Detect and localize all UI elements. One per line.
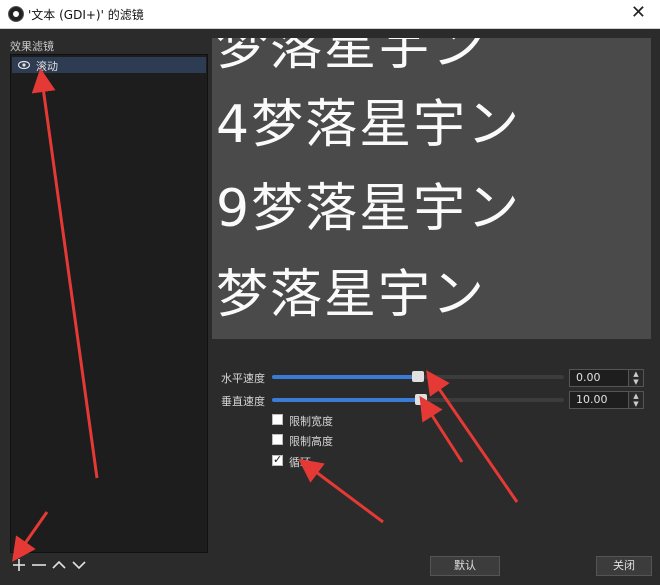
preview-text-line: 4梦落星宇ン: [216, 95, 522, 155]
defaults-button[interactable]: 默认: [430, 556, 500, 576]
close-button[interactable]: 关闭: [596, 556, 652, 576]
obs-logo-icon: [8, 6, 24, 22]
horizontal-speed-value: 0.00: [576, 371, 601, 384]
loop-checkbox[interactable]: ✓: [272, 453, 283, 466]
vertical-speed-value: 10.00: [576, 393, 608, 406]
limit-width-checkbox[interactable]: [272, 414, 283, 425]
filter-item-label: 滚动: [36, 60, 58, 73]
horizontal-speed-label: 水平速度: [221, 372, 265, 385]
annotation-arrow: [298, 458, 384, 524]
filter-preview: 梦落星宇ン 4梦落星宇ン 9梦落星宇ン 梦落星宇ン: [212, 38, 651, 339]
horizontal-speed-slider[interactable]: [272, 371, 564, 382]
vertical-speed-label: 垂直速度: [221, 395, 265, 408]
limit-height-label: 限制高度: [289, 435, 333, 448]
annotation-arrow: [419, 395, 464, 463]
eye-icon[interactable]: [18, 61, 30, 69]
vertical-speed-fill: [272, 398, 421, 402]
window-title: '文本 (GDI+)' 的滤镜: [28, 8, 144, 22]
chevron-up-icon[interactable]: [50, 556, 68, 574]
filter-list[interactable]: 滚动: [10, 54, 208, 553]
horizontal-speed-input[interactable]: 0.00 ▲ ▼: [569, 369, 644, 387]
vertical-speed-stepper[interactable]: ▲ ▼: [628, 391, 644, 409]
chevron-down-icon[interactable]: [70, 556, 88, 574]
minus-icon[interactable]: [30, 556, 48, 574]
checkmark-icon: ✓: [273, 453, 283, 466]
horizontal-speed-handle[interactable]: [412, 371, 424, 382]
preview-text-line: 梦落星宇ン: [216, 265, 487, 325]
loop-label: 循环: [289, 456, 311, 469]
filters-header: 效果滤镜: [10, 40, 54, 53]
filter-item-scroll[interactable]: 滚动: [12, 57, 206, 73]
plus-icon[interactable]: [10, 556, 28, 574]
limit-width-label: 限制宽度: [289, 415, 333, 428]
preview-text-line: 梦落星宇ン: [216, 38, 487, 77]
close-window-button[interactable]: ✕: [631, 3, 646, 23]
vertical-speed-input[interactable]: 10.00 ▲ ▼: [569, 391, 644, 409]
title-bar: '文本 (GDI+)' 的滤镜 ✕: [0, 0, 660, 29]
vertical-speed-slider[interactable]: [272, 394, 564, 405]
horizontal-speed-stepper[interactable]: ▲ ▼: [628, 369, 644, 387]
limit-height-checkbox[interactable]: [272, 434, 283, 445]
vertical-speed-handle[interactable]: [414, 394, 427, 405]
horizontal-speed-fill: [272, 375, 418, 379]
preview-text-line: 9梦落星宇ン: [216, 179, 522, 239]
